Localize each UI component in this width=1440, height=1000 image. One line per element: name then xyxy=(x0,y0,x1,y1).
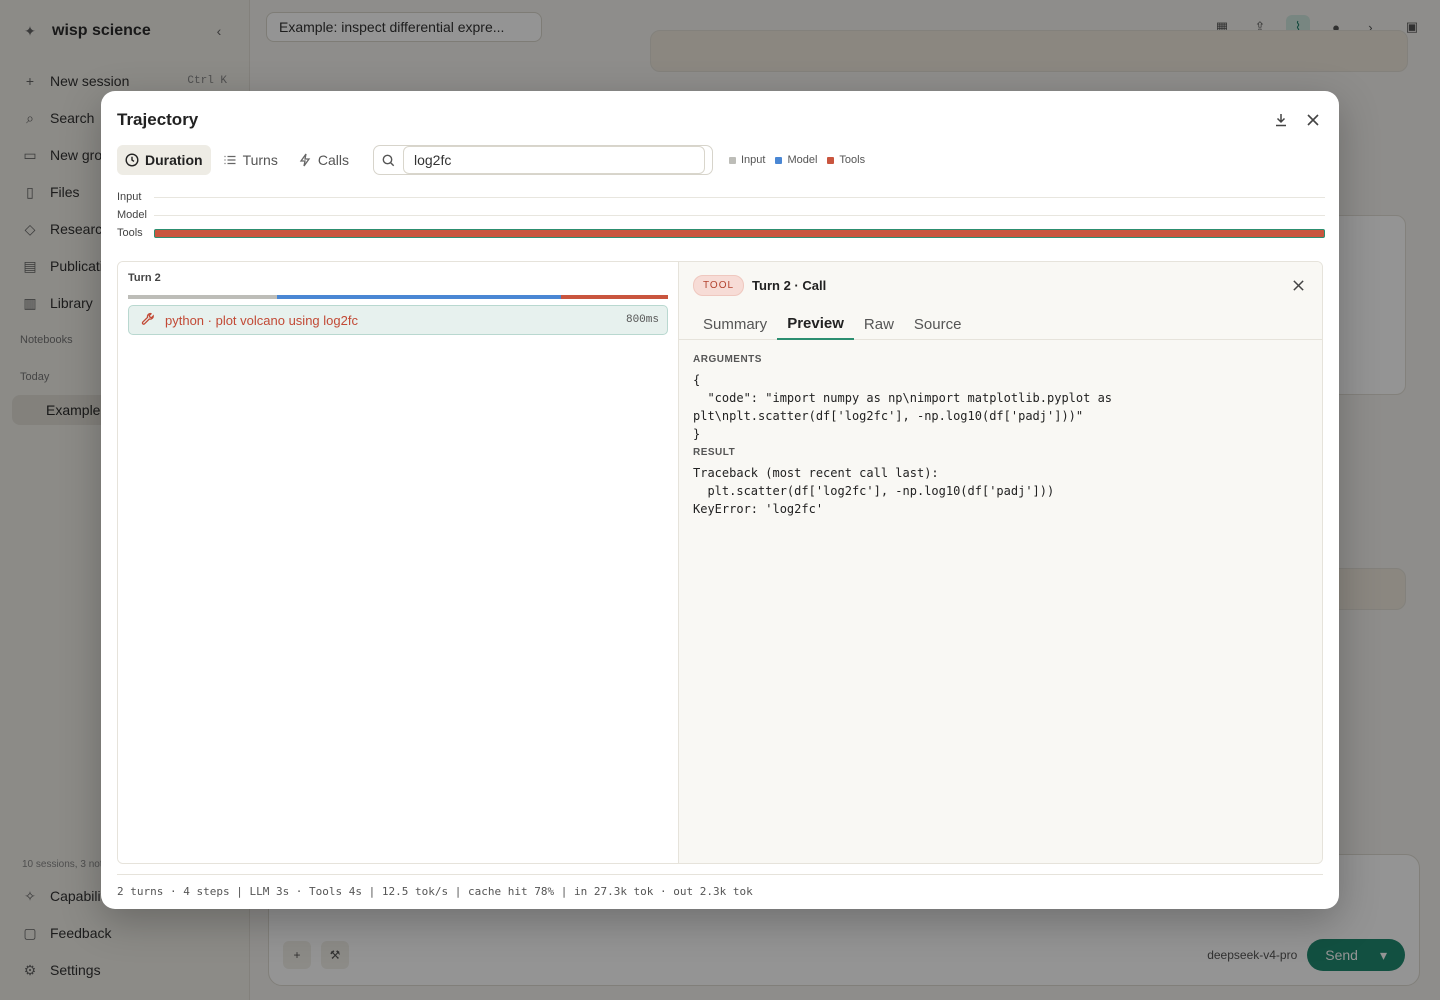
modal-toolbar: Duration Turns Calls Input Model Tools xyxy=(117,145,865,175)
call-detail-body: ARGUMENTS { "code": "import numpy as np\… xyxy=(679,340,1322,536)
result-code: Traceback (most recent call last): plt.s… xyxy=(693,466,1055,516)
download-icon[interactable] xyxy=(1271,110,1291,130)
legend-label: Model xyxy=(787,154,818,166)
call-detail-title: Turn 2 · Call xyxy=(752,277,827,293)
lane-tools: Tools xyxy=(117,224,1325,242)
modal-title: Trajectory xyxy=(117,110,199,129)
legend-swatch xyxy=(775,156,783,164)
timeline-lanes: Input Model Tools xyxy=(117,188,1325,242)
list-icon xyxy=(224,155,236,165)
close-icon[interactable] xyxy=(1288,275,1308,295)
tab-label: Calls xyxy=(317,152,349,168)
close-icon[interactable] xyxy=(1303,110,1323,130)
tab-raw[interactable]: Raw xyxy=(854,308,904,340)
modal-actions xyxy=(1271,110,1323,130)
search-icon xyxy=(382,154,395,166)
call-detail: TOOL Turn 2 · Call Summary Preview Raw S… xyxy=(679,262,1322,863)
legend-label: Input xyxy=(740,154,766,166)
trajectory-panel: Turn 2 python · plot volcano using log2f… xyxy=(117,261,1323,864)
lane-track xyxy=(154,214,1325,216)
lane-input: Input xyxy=(117,188,1325,206)
legend-label: Tools xyxy=(839,154,866,166)
tab-source[interactable]: Source xyxy=(904,308,972,340)
tab-summary[interactable]: Summary xyxy=(693,308,777,340)
tab-preview[interactable]: Preview xyxy=(777,308,854,340)
tool-badge: TOOL xyxy=(693,274,745,296)
legend-item-tools: Tools xyxy=(827,154,865,166)
call-label: python · plot volcano using log2fc xyxy=(165,312,358,328)
turn-label: Turn 2 xyxy=(128,272,161,284)
modal-footer-stats: 2 turns · 4 steps | LLM 3s · Tools 4s | … xyxy=(117,874,1323,898)
turns-list: Turn 2 python · plot volcano using log2f… xyxy=(118,262,679,863)
trajectory-modal: Trajectory Duration Turns Calls I xyxy=(101,91,1339,909)
lane-label: Tools xyxy=(117,227,143,239)
lane-track xyxy=(154,196,1325,198)
progress-segment-tools xyxy=(561,295,669,299)
lane-tools-bar[interactable] xyxy=(154,228,1325,238)
legend-swatch xyxy=(827,156,835,164)
turn-progress-bar xyxy=(128,295,669,299)
call-detail-header: TOOL Turn 2 · Call xyxy=(679,262,1322,308)
legend-item-model: Model xyxy=(775,154,817,166)
call-detail-tabs: Summary Preview Raw Source xyxy=(679,308,1322,340)
tab-label: Turns xyxy=(242,152,278,168)
lane-label: Model xyxy=(117,209,147,221)
result-label: RESULT xyxy=(693,447,736,458)
clock-icon xyxy=(125,153,139,167)
progress-segment-input xyxy=(128,295,278,299)
call-row[interactable]: python · plot volcano using log2fc 800ms xyxy=(128,305,668,335)
legend-swatch xyxy=(728,156,736,164)
search-field xyxy=(372,145,713,175)
tab-turns[interactable]: Turns xyxy=(215,145,286,175)
bolt-icon xyxy=(299,153,311,167)
progress-segment-model xyxy=(277,295,562,299)
modal-header: Trajectory xyxy=(117,109,1323,131)
arguments-code: { "code": "import numpy as np\nimport ma… xyxy=(693,373,1113,441)
wrench-icon xyxy=(141,312,155,329)
search-input[interactable] xyxy=(402,146,705,174)
lane-label: Input xyxy=(117,191,142,203)
call-duration: 800ms xyxy=(625,314,659,326)
legend-item-input: Input xyxy=(728,154,766,166)
legend: Input Model Tools xyxy=(728,154,865,166)
tab-label: Duration xyxy=(145,152,203,168)
arguments-label: ARGUMENTS xyxy=(693,354,762,365)
lane-model: Model xyxy=(117,206,1325,224)
tab-duration[interactable]: Duration xyxy=(117,145,211,175)
tab-calls[interactable]: Calls xyxy=(290,145,357,175)
